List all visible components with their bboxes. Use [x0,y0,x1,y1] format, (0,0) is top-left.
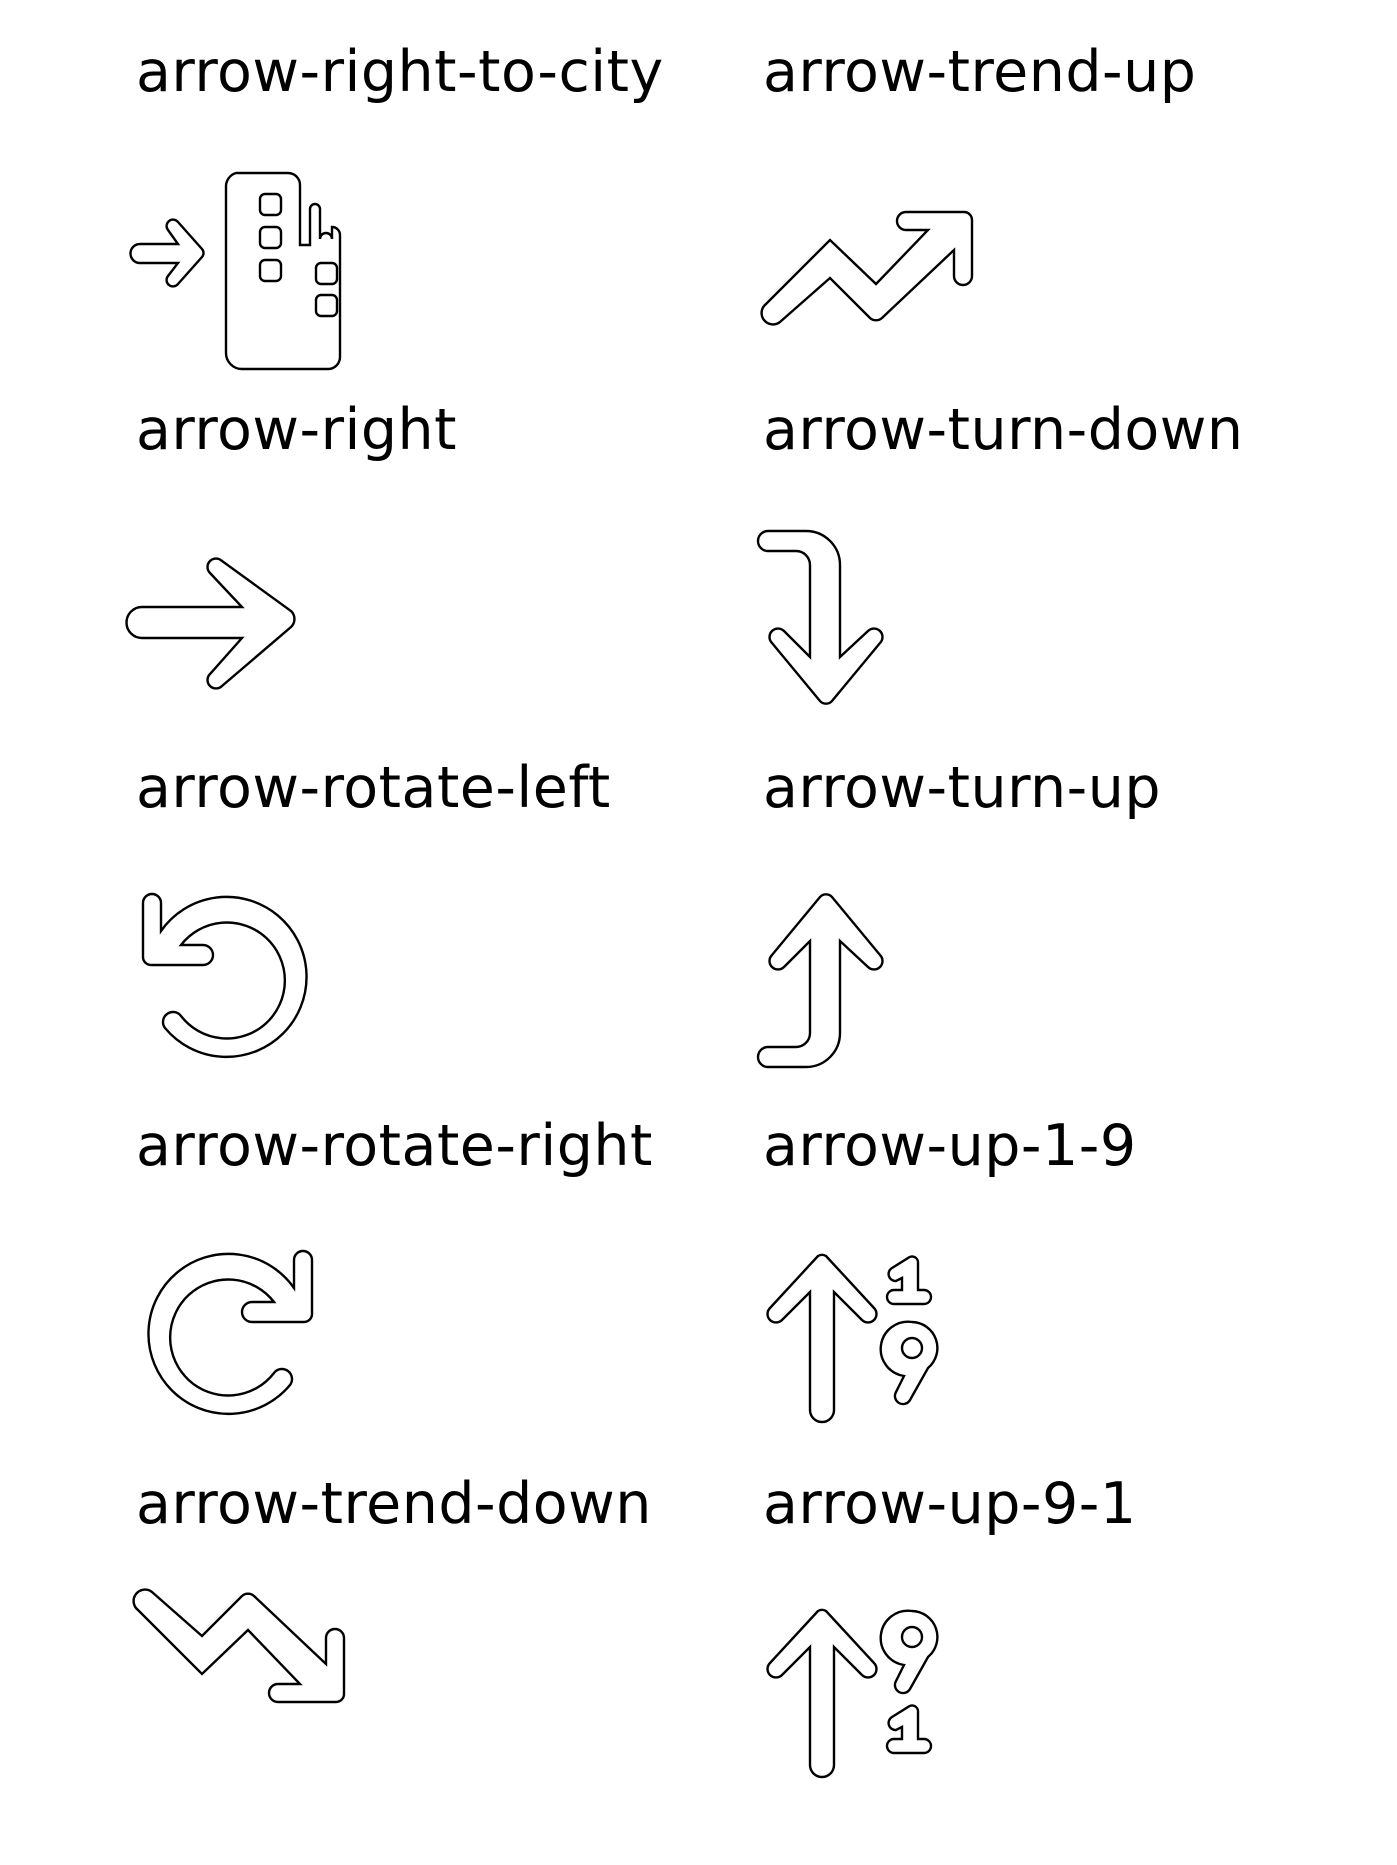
icon-label-arrow-right: arrow-right [136,397,458,463]
arrow-turn-up-icon [756,883,898,1073]
arrow-turn-down-icon [756,525,898,715]
icon-label-arrow-rotate-right: arrow-rotate-right [136,1113,653,1179]
icon-label-arrow-up-1-9: arrow-up-1-9 [763,1113,1137,1179]
icon-label-arrow-rotate-left: arrow-rotate-left [136,755,611,821]
arrow-trend-up-icon [758,200,988,330]
icon-label-arrow-right-to-city: arrow-right-to-city [136,39,664,105]
icon-label-arrow-trend-up: arrow-trend-up [763,39,1197,105]
arrow-up-1-9-icon [766,1250,960,1424]
arrow-rotate-left-icon [135,892,315,1073]
arrow-trend-down-icon [130,1588,350,1720]
arrow-up-9-1-icon [766,1605,960,1779]
arrow-right-icon [125,545,300,695]
icon-label-arrow-turn-up: arrow-turn-up [763,755,1162,821]
arrow-right-to-city-icon [129,165,370,371]
arrow-rotate-right-icon [140,1249,320,1430]
icon-label-arrow-trend-down: arrow-trend-down [136,1471,652,1537]
icon-label-arrow-turn-down: arrow-turn-down [763,397,1244,463]
icon-label-arrow-up-9-1: arrow-up-9-1 [763,1471,1137,1537]
